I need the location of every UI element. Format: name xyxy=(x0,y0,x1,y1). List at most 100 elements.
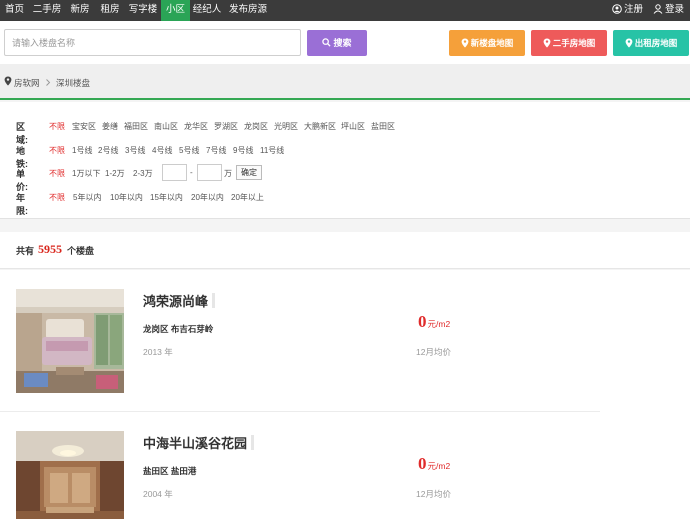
filter-option[interactable]: 龙岗区 xyxy=(244,121,268,132)
search-input[interactable] xyxy=(4,29,301,56)
price-unit: 元/m2 xyxy=(427,461,451,471)
price-note: 12月均价 xyxy=(416,347,451,357)
filter-option[interactable]: 宝安区 xyxy=(72,121,96,132)
filter-option[interactable]: 4号线 xyxy=(152,145,172,156)
listing-address: 盐田区 盐田港 xyxy=(143,466,197,476)
filter-option[interactable]: 15年以内 xyxy=(150,192,183,203)
location-pin-icon xyxy=(625,38,633,48)
filter-option[interactable]: 姜缮 xyxy=(102,121,118,132)
search-button[interactable]: 搜索 xyxy=(307,30,367,56)
filter-option[interactable]: 坪山区 xyxy=(341,121,365,132)
breadcrumb-current[interactable]: 深圳楼盘 xyxy=(56,77,90,89)
nav-item-new-homes[interactable]: 新房 xyxy=(65,0,95,21)
listing-price: 0元/m2 xyxy=(418,454,450,474)
listing-name-text: 鸿荣源尚峰 xyxy=(143,294,209,309)
filter-age-label: 年限: xyxy=(16,193,28,216)
nav-item-rent[interactable]: 租房 xyxy=(95,0,125,21)
filter-option[interactable]: 5年以内 xyxy=(73,192,101,203)
filter-option[interactable]: 不限 xyxy=(49,121,65,132)
price-note: 12月均价 xyxy=(416,489,451,499)
listing-name[interactable]: 中海半山溪谷花园 xyxy=(143,433,255,452)
nav-item-publish[interactable]: 发布房源 xyxy=(224,0,272,21)
breadcrumb-home[interactable]: 房软网 xyxy=(14,77,40,89)
second-hand-map-label: 二手房地图 xyxy=(552,38,596,48)
filter-option[interactable]: 光明区 xyxy=(274,121,298,132)
price-range-dash: - xyxy=(190,168,193,177)
filter-option[interactable]: 7号线 xyxy=(206,145,226,156)
breadcrumb: 房软网 深圳楼盘 xyxy=(0,64,690,100)
location-pin-icon xyxy=(543,38,551,48)
listing-price: 0元/m2 xyxy=(418,312,450,332)
listing-list: 鸿荣源尚峰 龙岗区 布吉石芽岭 2013 年 0元/m2 12月均价 中海半山溪… xyxy=(0,270,690,519)
nav-item-office[interactable]: 写字楼 xyxy=(125,0,161,21)
price-value: 0 xyxy=(418,454,427,473)
login-link[interactable]: 登录 xyxy=(653,0,684,21)
property-photo[interactable] xyxy=(16,289,124,393)
user-icon xyxy=(653,4,663,14)
filter-option[interactable]: 1号线 xyxy=(72,145,92,156)
filter-option[interactable]: 南山区 xyxy=(154,121,178,132)
price-max-input[interactable] xyxy=(197,164,222,181)
filter-option[interactable]: 大鹏新区 xyxy=(304,121,336,132)
room-image xyxy=(16,431,124,519)
filter-option[interactable]: 20年以内 xyxy=(191,192,224,203)
filter-option[interactable]: 20年以上 xyxy=(231,192,264,203)
user-circle-icon xyxy=(612,4,622,14)
price-unit-label: 万 xyxy=(224,169,232,178)
name-divider xyxy=(212,293,216,308)
filter-option[interactable]: 2号线 xyxy=(98,145,118,156)
nav-item-community[interactable]: 小区 xyxy=(161,0,190,21)
listing-year: 2013 年 xyxy=(143,347,173,357)
filter-option[interactable]: 不限 xyxy=(49,145,65,156)
filter-option[interactable]: 1万以下 xyxy=(72,168,100,179)
filter-panel: 区域: 不限 宝安区 姜缮 福田区 南山区 龙华区 罗湖区 龙岗区 光明区 大鹏… xyxy=(0,102,690,219)
listing-divider xyxy=(0,411,600,412)
nav-item-home[interactable]: 首页 xyxy=(0,0,29,21)
filter-option[interactable]: 9号线 xyxy=(233,145,253,156)
count-suffix: 个楼盘 xyxy=(67,246,95,256)
filter-option[interactable]: 2-3万 xyxy=(133,168,153,179)
count-value: 5955 xyxy=(38,242,62,256)
property-photo[interactable] xyxy=(16,431,124,519)
listing-year: 2004 年 xyxy=(143,489,173,499)
chevron-right-icon xyxy=(46,79,51,86)
price-value: 0 xyxy=(418,312,427,331)
name-divider xyxy=(251,435,255,450)
filter-option[interactable]: 盐田区 xyxy=(371,121,395,132)
filter-option[interactable]: 3号线 xyxy=(125,145,145,156)
filter-option[interactable]: 5号线 xyxy=(179,145,199,156)
register-link[interactable]: 注册 xyxy=(612,0,643,21)
filter-option[interactable]: 不限 xyxy=(49,168,65,179)
second-hand-map-button[interactable]: 二手房地图 xyxy=(531,30,607,56)
listing-name[interactable]: 鸿荣源尚峰 xyxy=(143,291,216,310)
location-pin-icon xyxy=(461,38,469,48)
filter-option[interactable]: 10年以内 xyxy=(110,192,143,203)
location-pin-icon xyxy=(4,76,12,86)
filter-option[interactable]: 1-2万 xyxy=(105,168,125,179)
search-button-label: 搜索 xyxy=(333,38,352,48)
nav-item-second-hand[interactable]: 二手房 xyxy=(29,0,65,21)
filter-option[interactable]: 罗湖区 xyxy=(214,121,238,132)
room-image xyxy=(16,289,124,393)
top-nav: 首页 二手房 新房 租房 写字楼 小区 经纪人 发布房源 注册 登录 xyxy=(0,0,690,21)
search-bar: 搜索 新楼盘地图 二手房地图 出租房地图 xyxy=(0,21,690,64)
listing-name-text: 中海半山溪谷花园 xyxy=(143,436,248,451)
filter-region-label: 区域: xyxy=(16,122,28,145)
register-label: 注册 xyxy=(624,4,644,15)
count-prefix: 共有 xyxy=(16,246,35,256)
price-min-input[interactable] xyxy=(162,164,187,181)
nav-item-agents[interactable]: 经纪人 xyxy=(190,0,224,21)
filter-option[interactable]: 11号线 xyxy=(260,145,284,156)
login-label: 登录 xyxy=(665,4,685,15)
filter-option[interactable]: 福田区 xyxy=(124,121,148,132)
rental-map-button[interactable]: 出租房地图 xyxy=(613,30,689,56)
listing-address: 龙岗区 布吉石芽岭 xyxy=(143,324,214,334)
filter-option[interactable]: 不限 xyxy=(49,192,65,203)
result-count: 共有 5955 个楼盘 xyxy=(0,232,690,269)
price-confirm-button[interactable]: 确定 xyxy=(236,165,262,180)
filter-price-label: 单价: xyxy=(16,169,28,192)
price-unit: 元/m2 xyxy=(427,319,451,329)
filter-option[interactable]: 龙华区 xyxy=(184,121,208,132)
new-homes-map-button[interactable]: 新楼盘地图 xyxy=(449,30,525,56)
new-homes-map-label: 新楼盘地图 xyxy=(470,38,514,48)
